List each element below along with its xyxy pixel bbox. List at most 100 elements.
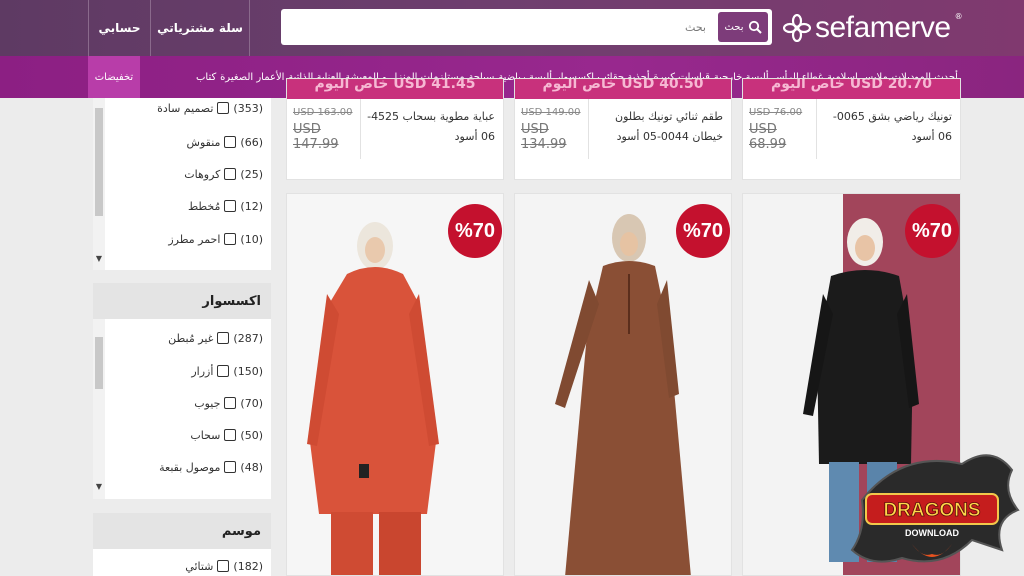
filter-option[interactable]: موصول بقبعة (48) xyxy=(159,458,263,476)
filter-heading-season[interactable]: موسم xyxy=(93,513,271,549)
search-bar: بحث xyxy=(281,9,772,45)
filter-option-count: (70) xyxy=(240,396,263,410)
price-block: USD 163.00 USD 147.99 xyxy=(287,99,361,159)
filter-option[interactable]: غير مُبطن (287) xyxy=(168,329,263,347)
filter-option-label: تصميم سادة xyxy=(157,101,214,115)
search-button-label: بحث xyxy=(724,21,744,33)
filter-option[interactable]: أزرار (150) xyxy=(191,362,263,380)
flower-logo-icon xyxy=(783,14,811,42)
filter-option-label: كروهات xyxy=(184,167,221,181)
old-price: USD 76.00 xyxy=(749,106,803,118)
filter-checkbox[interactable] xyxy=(224,461,237,473)
logo-text: sefamerve xyxy=(815,11,951,44)
page: حسابي سلة مشترياتي بحث بحث sefamerve ® ت… xyxy=(0,0,1024,576)
filter-option-count: (182) xyxy=(233,559,263,573)
pattern-filter-list: ▼ تصميم سادة (353) منقوش (66) كروهات (25… xyxy=(93,98,271,270)
filter-checkbox[interactable] xyxy=(217,560,230,572)
site-logo[interactable]: sefamerve ® xyxy=(783,6,973,50)
old-price: USD 149.00 xyxy=(521,106,581,118)
filter-heading-accessory[interactable]: اكسسوار xyxy=(93,283,271,319)
filter-option-count: (10) xyxy=(240,232,263,246)
product-card[interactable]: خاص اليوم USD 20.70 USD 76.00 USD 68.99 … xyxy=(742,78,961,180)
filter-option-count: (25) xyxy=(240,167,263,181)
logo-registered-mark: ® xyxy=(954,12,963,21)
filter-option-label: أزرار xyxy=(191,364,214,378)
deal-banner: خاص اليوم USD 20.70 xyxy=(743,79,960,99)
product-card[interactable]: خاص اليوم USD 40.50 USD 149.00 USD 134.9… xyxy=(514,78,732,180)
scrollbar[interactable]: ▼ xyxy=(93,98,105,270)
filter-option-count: (48) xyxy=(240,460,263,474)
filter-option-count: (150) xyxy=(233,364,263,378)
scrollbar[interactable]: ▼ xyxy=(93,319,105,499)
product-info: USD 149.00 USD 134.99 طقم ثنائي تونيك بط… xyxy=(515,99,731,159)
filter-option-label: موصول بقبعة xyxy=(159,460,221,474)
filter-option[interactable]: منقوش (66) xyxy=(187,133,263,151)
discount-badge: %70 xyxy=(448,204,502,258)
old-price: USD 163.00 xyxy=(293,106,353,118)
filter-option[interactable]: تصميم سادة (353) xyxy=(157,99,263,117)
season-filter-list: شتائي (182) xyxy=(93,549,271,576)
filter-option-label: جيوب xyxy=(194,396,221,410)
sale-price: USD 147.99 xyxy=(293,121,339,152)
price-block: USD 76.00 USD 68.99 xyxy=(743,99,817,159)
cart-button[interactable]: سلة مشترياتي xyxy=(150,0,250,56)
search-button[interactable]: بحث xyxy=(718,12,768,42)
scrollbar-thumb[interactable] xyxy=(95,108,103,216)
filter-option[interactable]: جيوب (70) xyxy=(194,394,263,412)
watermark-title: DRAGONS xyxy=(883,500,980,521)
filter-checkbox[interactable] xyxy=(217,332,230,344)
filter-option-label: احمر مطرز xyxy=(168,232,221,246)
nav-item-discounts[interactable]: تخفيضات xyxy=(88,56,140,98)
scroll-down-arrow-icon[interactable]: ▼ xyxy=(94,254,104,264)
product-info: USD 76.00 USD 68.99 تونيك رياضي بشق 0065… xyxy=(743,99,960,159)
filter-checkbox[interactable] xyxy=(224,397,237,409)
filter-option-label: منقوش xyxy=(186,135,221,149)
filter-checkbox[interactable] xyxy=(224,136,237,148)
filter-option-label: سحاب xyxy=(190,428,221,442)
filter-sidebar: ▼ تصميم سادة (353) منقوش (66) كروهات (25… xyxy=(93,98,271,576)
product-name[interactable]: طقم ثنائي تونيك بطلون خيطان 0044-05 أسود xyxy=(589,99,731,159)
filter-checkbox[interactable] xyxy=(217,102,230,114)
filter-option[interactable]: شتائي (182) xyxy=(185,557,263,575)
filter-option[interactable]: احمر مطرز (10) xyxy=(168,230,263,248)
filter-checkbox[interactable] xyxy=(224,233,237,245)
discount-badge: %70 xyxy=(676,204,730,258)
filter-option[interactable]: مُخطط (12) xyxy=(188,197,263,215)
product-name[interactable]: تونيك رياضي بشق 0065-06 أسود xyxy=(817,99,960,159)
search-input[interactable] xyxy=(281,9,718,45)
filter-option-count: (50) xyxy=(240,428,263,442)
filter-option-count: (353) xyxy=(233,101,263,115)
filter-option-label: شتائي xyxy=(185,559,214,573)
account-button[interactable]: حسابي xyxy=(88,0,150,56)
filter-checkbox[interactable] xyxy=(224,168,237,180)
accessory-filter-list: ▼ غير مُبطن (287) أزرار (150) جيوب (70) … xyxy=(93,319,271,499)
product-info: USD 163.00 USD 147.99 عباية مطوية بسحاب … xyxy=(287,99,503,159)
product-card[interactable]: %70 xyxy=(514,193,732,576)
sale-price: USD 68.99 xyxy=(749,121,787,152)
discount-badge: %70 xyxy=(905,204,959,258)
filter-option-label: غير مُبطن xyxy=(168,331,214,345)
filter-option-count: (287) xyxy=(233,331,263,345)
sale-price: USD 134.99 xyxy=(521,121,567,152)
filter-checkbox[interactable] xyxy=(217,365,230,377)
price-block: USD 149.00 USD 134.99 xyxy=(515,99,589,159)
scrollbar-thumb[interactable] xyxy=(95,337,103,389)
filter-option-count: (12) xyxy=(240,199,263,213)
watermark-subtitle: DOWNLOAD xyxy=(905,528,959,538)
product-card[interactable]: خاص اليوم USD 41.45 USD 163.00 USD 147.9… xyxy=(286,78,504,180)
filter-checkbox[interactable] xyxy=(224,429,237,441)
scroll-down-arrow-icon[interactable]: ▼ xyxy=(94,482,104,492)
nav-item[interactable]: كتاب xyxy=(196,72,216,83)
filter-option-label: مُخطط xyxy=(187,199,221,213)
deal-banner: خاص اليوم USD 41.45 xyxy=(287,79,503,99)
filter-option[interactable]: كروهات (25) xyxy=(184,165,263,183)
search-icon xyxy=(748,20,762,34)
product-card[interactable]: %70 xyxy=(286,193,504,576)
filter-option-count: (66) xyxy=(240,135,263,149)
nav-item[interactable]: الأعمار الصغيرة xyxy=(220,72,284,83)
top-header: حسابي سلة مشترياتي بحث بحث sefamerve ® xyxy=(0,0,1024,56)
filter-checkbox[interactable] xyxy=(224,200,237,212)
filter-option[interactable]: سحاب (50) xyxy=(190,426,263,444)
product-name[interactable]: عباية مطوية بسحاب 4525-06 أسود xyxy=(361,99,503,159)
dragons-download-watermark: DRAGONS DOWNLOAD xyxy=(850,454,1020,563)
